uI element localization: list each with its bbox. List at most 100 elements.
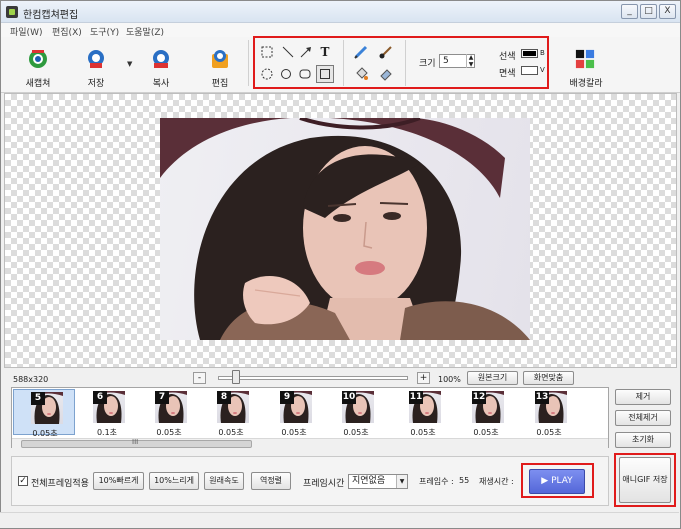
zoom-out-button[interactable]: - bbox=[193, 372, 206, 384]
frame-number: 11 bbox=[409, 391, 423, 404]
save-animated-gif-button[interactable]: 애니GIF 저장 bbox=[619, 457, 671, 503]
rounded-rect-icon bbox=[299, 69, 311, 79]
apply-all-frames-checkbox[interactable]: ✓ bbox=[18, 476, 28, 486]
pencil-tool[interactable] bbox=[353, 44, 369, 60]
lasso-tool[interactable] bbox=[259, 66, 275, 82]
frame-count-label: 프레임수 : bbox=[419, 477, 454, 486]
frame-number: 13 bbox=[535, 391, 549, 404]
reset-button[interactable]: 초기화 bbox=[615, 432, 671, 448]
frame-duration: 0.05초 bbox=[473, 428, 499, 437]
toolbar-separator bbox=[405, 40, 406, 86]
fill-color-key: V bbox=[540, 66, 545, 74]
apply-all-frames-label: 전체프레임적용 bbox=[31, 479, 89, 489]
fill-tool[interactable] bbox=[353, 66, 369, 82]
pencil-icon bbox=[354, 45, 368, 59]
faster-button[interactable]: 10%빠르게 bbox=[93, 472, 144, 490]
scrollbar-grip: III bbox=[132, 438, 139, 446]
frame-thumbnail[interactable]: 6 0.1초 bbox=[76, 389, 138, 437]
frame-duration: 0.05초 bbox=[156, 428, 182, 437]
ellipse-tool[interactable] bbox=[278, 66, 294, 82]
edit-icon bbox=[212, 50, 228, 68]
save-dropdown-icon[interactable]: ▼ bbox=[127, 60, 132, 68]
frame-number: 9 bbox=[280, 391, 294, 404]
chevron-down-icon[interactable]: ▼ bbox=[396, 475, 407, 488]
frame-duration: 0.1초 bbox=[96, 428, 118, 437]
text-tool[interactable]: T bbox=[317, 44, 333, 60]
line-color-label: 선색 bbox=[499, 52, 516, 62]
copy-label: 복사 bbox=[152, 79, 170, 89]
background-color-button[interactable]: 배경칼라 bbox=[563, 42, 609, 90]
original-size-button[interactable]: 원본크기 bbox=[467, 371, 518, 385]
eraser-tool[interactable] bbox=[378, 66, 394, 82]
frame-number: 7 bbox=[155, 391, 169, 404]
size-label: 크기 bbox=[419, 59, 436, 69]
rect-select-tool[interactable] bbox=[259, 44, 275, 60]
frame-thumbnail[interactable]: 8 0.05초 bbox=[200, 389, 262, 437]
brush-icon bbox=[379, 46, 392, 59]
new-capture-label: 새캡쳐 bbox=[25, 79, 51, 89]
frame-strip-scrollbar[interactable]: III bbox=[12, 438, 608, 448]
close-button[interactable]: X bbox=[659, 4, 676, 19]
zoom-slider-thumb[interactable] bbox=[232, 370, 240, 384]
remove-all-button[interactable]: 전체제거 bbox=[615, 410, 671, 426]
frame-thumbnail[interactable]: 5 0.05초 bbox=[13, 389, 75, 438]
new-capture-button[interactable]: 새캡쳐 bbox=[16, 42, 60, 90]
status-bar bbox=[0, 512, 679, 528]
zoom-in-button[interactable]: + bbox=[417, 372, 430, 384]
size-spinner[interactable]: ▲ ▼ bbox=[466, 54, 475, 68]
frame-number: 6 bbox=[93, 391, 107, 404]
reverse-button[interactable]: 역정렬 bbox=[251, 472, 291, 490]
frame-thumbnail[interactable]: 13 0.05초 bbox=[518, 389, 580, 437]
frame-thumbnail[interactable]: 7 0.05초 bbox=[138, 389, 200, 437]
frame-duration: 0.05초 bbox=[410, 428, 436, 437]
original-speed-button[interactable]: 원래속도 bbox=[204, 472, 244, 490]
edit-button[interactable]: 편집 bbox=[198, 42, 242, 90]
copy-button[interactable]: 복사 bbox=[139, 42, 183, 90]
app-icon bbox=[6, 6, 18, 18]
maximize-button[interactable]: □ bbox=[640, 4, 657, 19]
slower-button[interactable]: 10%느리게 bbox=[149, 472, 199, 490]
frame-duration: 0.05초 bbox=[218, 428, 244, 437]
frame-number: 10 bbox=[342, 391, 356, 404]
line-icon bbox=[282, 46, 294, 58]
background-color-label: 배경칼라 bbox=[569, 79, 603, 89]
zoom-slider-track[interactable] bbox=[218, 376, 408, 380]
play-button[interactable]: ▶ PLAY bbox=[529, 469, 585, 494]
minimize-button[interactable]: _ bbox=[621, 4, 638, 19]
frame-duration: 0.05초 bbox=[343, 428, 369, 437]
toolbar-separator bbox=[248, 40, 249, 86]
rectangle-icon bbox=[320, 69, 330, 79]
line-tool[interactable] bbox=[280, 44, 296, 60]
frame-number: 8 bbox=[217, 391, 231, 404]
remove-button[interactable]: 제거 bbox=[615, 389, 671, 405]
zoom-percent: 100% bbox=[438, 375, 461, 384]
palette-icon bbox=[575, 49, 595, 69]
frame-preview-image bbox=[160, 118, 530, 340]
ellipse-icon bbox=[281, 69, 291, 79]
lasso-icon bbox=[261, 68, 273, 80]
save-icon bbox=[88, 50, 104, 68]
frame-thumbnail[interactable]: 9 0.05초 bbox=[263, 389, 325, 437]
line-color-swatch[interactable] bbox=[521, 49, 538, 58]
copy-icon bbox=[153, 50, 169, 68]
eraser-icon bbox=[380, 69, 392, 81]
frame-thumbnail[interactable]: 12 0.05초 bbox=[455, 389, 517, 437]
frame-thumbnail[interactable]: 10 0.05초 bbox=[325, 389, 387, 437]
save-label: 저장 bbox=[87, 79, 105, 89]
frame-thumbnail[interactable]: 11 0.05초 bbox=[392, 389, 454, 437]
save-button[interactable]: 저장 bbox=[74, 42, 118, 90]
arrow-tool[interactable] bbox=[298, 44, 314, 60]
fit-screen-button[interactable]: 화면맞춤 bbox=[523, 371, 574, 385]
arrow-icon bbox=[300, 47, 311, 58]
frame-number: 12 bbox=[472, 391, 486, 404]
rounded-rect-tool[interactable] bbox=[297, 66, 313, 82]
edit-label: 편집 bbox=[211, 79, 229, 89]
image-size-label: 588x320 bbox=[13, 375, 49, 384]
frame-count-value: 55 bbox=[459, 476, 470, 485]
line-color-key: B bbox=[540, 49, 545, 57]
rect-select-icon bbox=[261, 46, 273, 58]
fill-color-swatch[interactable] bbox=[521, 66, 538, 75]
brush-tool[interactable] bbox=[378, 44, 394, 60]
rectangle-tool[interactable] bbox=[316, 65, 334, 83]
frame-number: 5 bbox=[31, 392, 45, 405]
